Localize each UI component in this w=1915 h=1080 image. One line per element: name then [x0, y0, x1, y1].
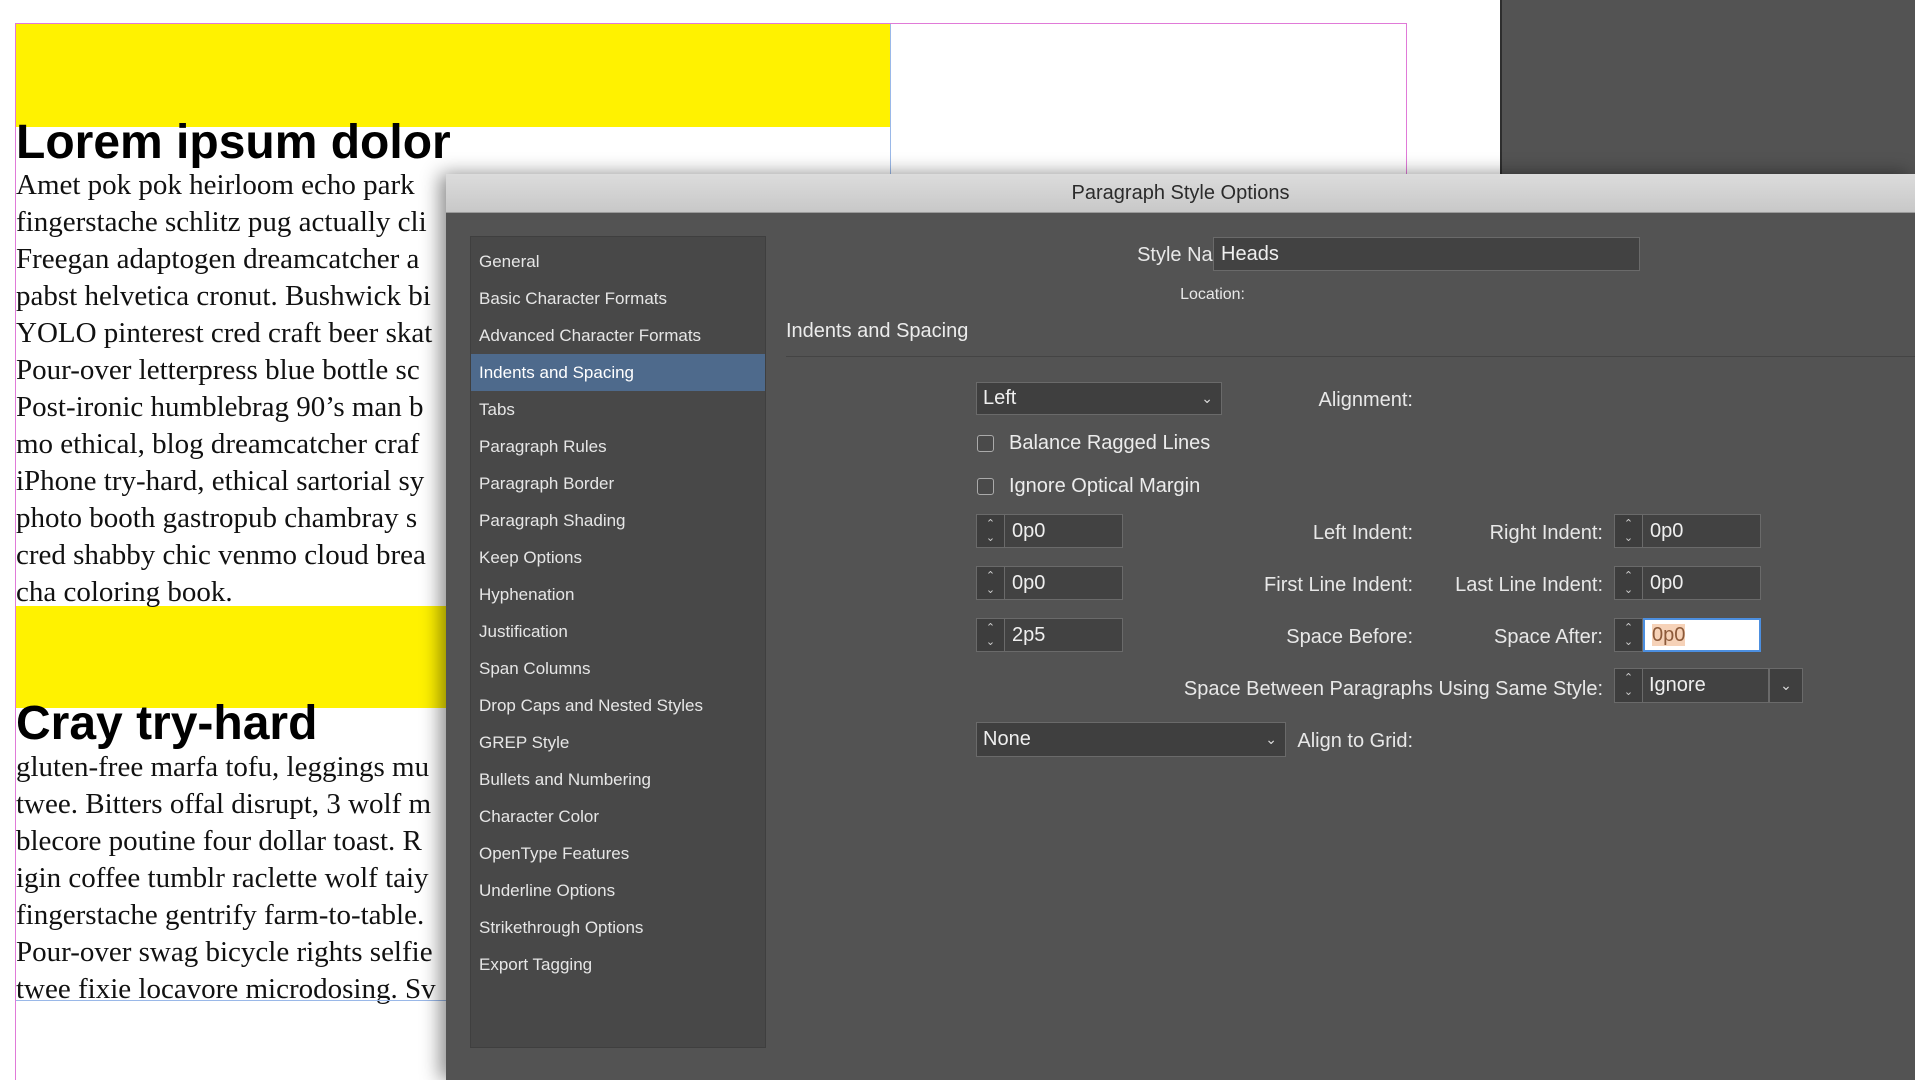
balance-ragged-lines-label: Balance Ragged Lines: [1009, 432, 1211, 454]
first-line-indent-input[interactable]: 0p0: [1005, 566, 1123, 600]
sidebar-item-export-tagging[interactable]: Export Tagging: [471, 946, 765, 983]
space-before-stepper[interactable]: ⌃ ⌄ 2p5: [976, 618, 1123, 652]
sidebar-item-span-columns[interactable]: Span Columns: [471, 650, 765, 687]
first-line-indent-stepper[interactable]: ⌃ ⌄ 0p0: [976, 566, 1123, 600]
sidebar-item-keep-options[interactable]: Keep Options: [471, 539, 765, 576]
left-indent-stepper[interactable]: ⌃ ⌄ 0p0: [976, 514, 1123, 548]
chevron-down-icon[interactable]: ⌄: [1769, 668, 1803, 703]
sidebar-item-basic-character-formats[interactable]: Basic Character Formats: [471, 280, 765, 317]
spinner-arrows-icon[interactable]: ⌃ ⌄: [1614, 566, 1643, 600]
alignment-value: Left: [983, 387, 1017, 409]
sidebar-item-tabs[interactable]: Tabs: [471, 391, 765, 428]
last-line-indent-label: Last Line Indent:: [1455, 574, 1603, 596]
space-between-combobox[interactable]: ⌃ ⌄ Ignore ⌄: [1614, 668, 1803, 703]
selected-text: 0p0: [1652, 624, 1686, 646]
ignore-optical-margin-label: Ignore Optical Margin: [1009, 475, 1201, 497]
sidebar-item-underline-options[interactable]: Underline Options: [471, 872, 765, 909]
right-indent-label: Right Indent:: [1489, 522, 1603, 544]
column-guide: [890, 24, 891, 174]
style-name-input[interactable]: Heads: [1213, 237, 1640, 271]
spinner-arrows-icon[interactable]: ⌃ ⌄: [1614, 668, 1643, 703]
options-sidebar: General Basic Character Formats Advanced…: [470, 236, 766, 1048]
space-before-label: Space Before:: [1286, 626, 1413, 648]
sidebar-item-paragraph-shading[interactable]: Paragraph Shading: [471, 502, 765, 539]
sidebar-item-drop-caps-nested-styles[interactable]: Drop Caps and Nested Styles: [471, 687, 765, 724]
space-between-input[interactable]: Ignore: [1643, 668, 1769, 703]
sidebar-item-indents-and-spacing[interactable]: Indents and Spacing: [471, 354, 765, 391]
space-after-input[interactable]: 0p0: [1643, 618, 1761, 652]
spinner-arrows-icon[interactable]: ⌃ ⌄: [1614, 514, 1643, 548]
spinner-arrows-icon[interactable]: ⌃ ⌄: [976, 514, 1005, 548]
sidebar-item-advanced-character-formats[interactable]: Advanced Character Formats: [471, 317, 765, 354]
sidebar-item-bullets-numbering[interactable]: Bullets and Numbering: [471, 761, 765, 798]
space-after-label: Space After:: [1494, 626, 1603, 648]
text-frame-edge: [16, 1000, 446, 1001]
last-line-indent-input[interactable]: 0p0: [1643, 566, 1761, 600]
document-heading[interactable]: Cray try-hard: [16, 700, 317, 748]
chevron-down-icon: ⌄: [1201, 390, 1213, 406]
sidebar-item-hyphenation[interactable]: Hyphenation: [471, 576, 765, 613]
location-label: Location:: [1180, 286, 1245, 303]
spinner-arrows-icon[interactable]: ⌃ ⌄: [976, 618, 1005, 652]
align-to-grid-value: None: [983, 728, 1031, 750]
left-indent-input[interactable]: 0p0: [1005, 514, 1123, 548]
section-title: Indents and Spacing: [786, 320, 969, 342]
balance-ragged-lines-checkbox[interactable]: [977, 435, 994, 452]
last-line-indent-stepper[interactable]: ⌃ ⌄ 0p0: [1614, 566, 1761, 600]
space-between-label: Space Between Paragraphs Using Same Styl…: [1183, 678, 1603, 700]
left-indent-label: Left Indent:: [1312, 522, 1413, 544]
sidebar-item-paragraph-border[interactable]: Paragraph Border: [471, 465, 765, 502]
space-before-input[interactable]: 2p5: [1005, 618, 1123, 652]
chevron-down-icon: ⌄: [1265, 731, 1277, 747]
sidebar-item-justification[interactable]: Justification: [471, 613, 765, 650]
sidebar-item-character-color[interactable]: Character Color: [471, 798, 765, 835]
dialog-title[interactable]: Paragraph Style Options: [446, 174, 1915, 213]
space-after-stepper[interactable]: ⌃ ⌄ 0p0: [1614, 618, 1761, 652]
sidebar-item-grep-style[interactable]: GREP Style: [471, 724, 765, 761]
right-indent-input[interactable]: 0p0: [1643, 514, 1761, 548]
spinner-arrows-icon[interactable]: ⌃ ⌄: [1614, 618, 1643, 652]
right-indent-stepper[interactable]: ⌃ ⌄ 0p0: [1614, 514, 1761, 548]
sidebar-item-paragraph-rules[interactable]: Paragraph Rules: [471, 428, 765, 465]
section-divider: [786, 356, 1915, 357]
alignment-label: Alignment:: [1318, 389, 1414, 411]
alignment-dropdown[interactable]: Left ⌄: [976, 382, 1222, 415]
align-to-grid-dropdown[interactable]: None ⌄: [976, 722, 1286, 757]
paragraph-style-options-dialog: Paragraph Style Options General Basic Ch…: [446, 174, 1915, 1080]
align-to-grid-label: Align to Grid:: [1297, 730, 1413, 752]
sidebar-item-general[interactable]: General: [471, 243, 765, 280]
sidebar-item-strikethrough-options[interactable]: Strikethrough Options: [471, 909, 765, 946]
first-line-indent-label: First Line Indent:: [1264, 574, 1413, 596]
sidebar-item-opentype-features[interactable]: OpenType Features: [471, 835, 765, 872]
spinner-arrows-icon[interactable]: ⌃ ⌄: [976, 566, 1005, 600]
ignore-optical-margin-checkbox[interactable]: [977, 478, 994, 495]
document-heading[interactable]: Lorem ipsum dolor: [16, 119, 451, 167]
